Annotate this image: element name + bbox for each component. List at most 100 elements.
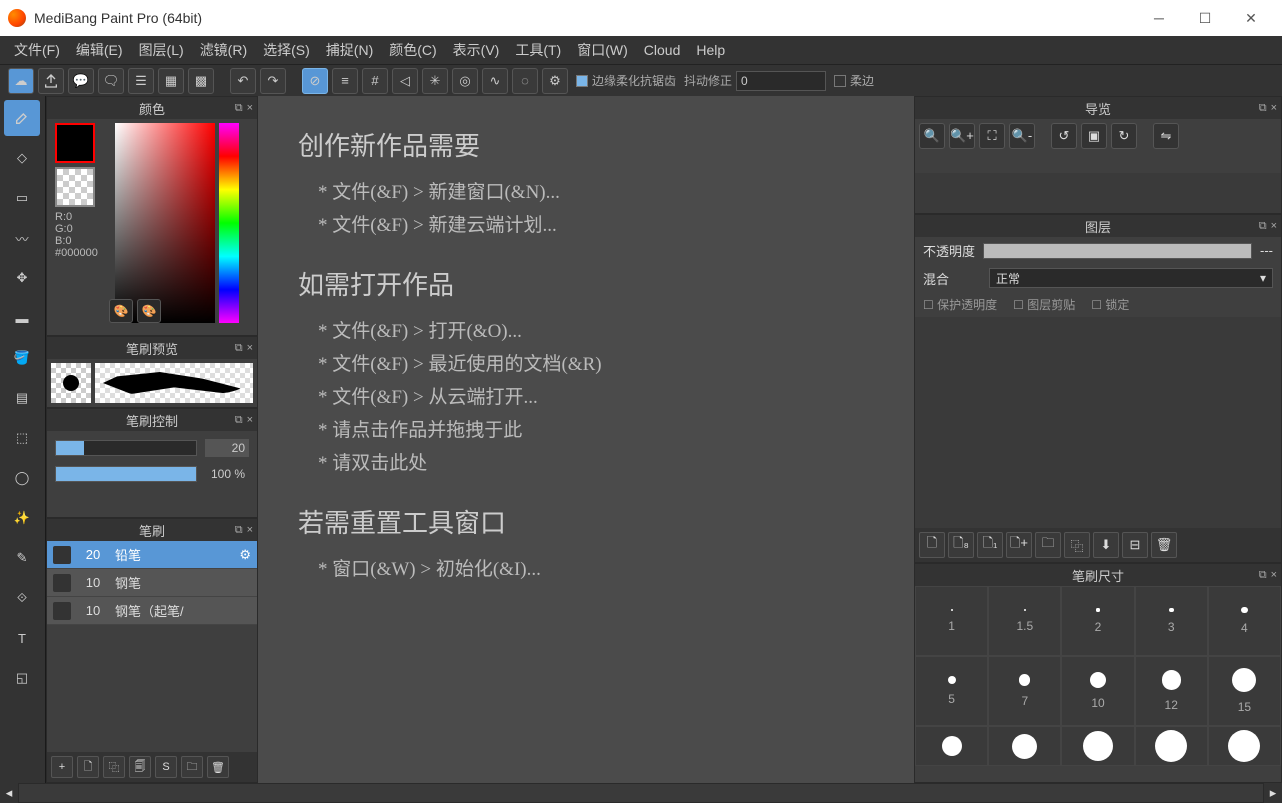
brush-folder-button[interactable]: 🗀 [181, 756, 203, 778]
text-tool[interactable]: T [4, 620, 40, 656]
brush-item[interactable]: 10钢笔 [47, 569, 257, 597]
gear-icon[interactable]: ⚙ [239, 547, 251, 563]
gradient-tool[interactable]: ▤ [4, 380, 40, 416]
zoom-out-button[interactable]: 🔍 [919, 123, 945, 149]
layer-folder-button[interactable]: 🗀 [1035, 532, 1061, 558]
brush-add-button[interactable]: + [51, 756, 73, 778]
brush-size-cell[interactable] [1135, 726, 1208, 766]
correction-input[interactable] [736, 71, 826, 91]
maximize-button[interactable]: ☐ [1182, 0, 1228, 36]
foreground-swatch[interactable] [55, 123, 95, 163]
scroll-right-button[interactable]: ▸ [1264, 783, 1282, 803]
panel-close-icon[interactable]: × [1271, 569, 1277, 582]
lasso-tool[interactable]: ◯ [4, 460, 40, 496]
panel-close-icon[interactable]: × [247, 102, 253, 115]
brush-size-cell[interactable] [988, 726, 1061, 766]
select-rect-tool[interactable]: ⬚ [4, 420, 40, 456]
layer-new1-button[interactable]: 🗋₁ [977, 532, 1003, 558]
menu-help[interactable]: Help [690, 40, 731, 60]
layer-list[interactable] [915, 317, 1281, 528]
brush-opacity-slider[interactable] [55, 466, 197, 482]
snap-ellipse-icon[interactable]: ◌ [512, 68, 538, 94]
brush-size-cell[interactable]: 3 [1135, 586, 1208, 656]
hue-slider[interactable] [219, 123, 239, 323]
brush-item[interactable]: 10钢笔（起笔/ [47, 597, 257, 625]
grid-icon[interactable]: ▩ [188, 68, 214, 94]
panel-popout-icon[interactable]: ⧉ [235, 414, 243, 427]
panel-popout-icon[interactable]: ⧉ [1259, 569, 1267, 582]
brush-size-cell[interactable]: 2 [1061, 586, 1134, 656]
panel-icon[interactable]: ▦ [158, 68, 184, 94]
lock-checkbox[interactable]: ☐ 锁定 [1091, 296, 1129, 313]
brush-size-cell[interactable]: 10 [1061, 656, 1134, 726]
protect-alpha-checkbox[interactable]: ☐ 保护透明度 [923, 296, 997, 313]
snap-radial-icon[interactable]: ✳ [422, 68, 448, 94]
bubble-icon[interactable]: 🗨 [98, 68, 124, 94]
comic-icon[interactable]: 💬 [68, 68, 94, 94]
panel-popout-icon[interactable]: ⧉ [1259, 220, 1267, 233]
rotate-right-button[interactable]: ↻ [1111, 123, 1137, 149]
menu-color[interactable]: 颜色(C) [383, 38, 442, 62]
menu-tool[interactable]: 工具(T) [509, 38, 567, 62]
brush-script-button[interactable]: S [155, 756, 177, 778]
palette-alt-icon[interactable]: 🎨 [137, 299, 161, 323]
eraser-tool[interactable]: ◇ [4, 140, 40, 176]
rotate-left-button[interactable]: ↺ [1051, 123, 1077, 149]
brush-size-cell[interactable] [1208, 726, 1281, 766]
close-button[interactable]: ✕ [1228, 0, 1274, 36]
bucket-tool[interactable]: 🪣 [4, 340, 40, 376]
zoom-in-button[interactable]: 🔍+ [949, 123, 975, 149]
menu-select[interactable]: 选择(S) [257, 38, 316, 62]
menu-snap[interactable]: 捕捉(N) [320, 38, 379, 62]
blend-select[interactable]: 正常▾ [989, 268, 1273, 288]
menu-layer[interactable]: 图层(L) [133, 38, 190, 62]
dot-tool[interactable]: 〰 [4, 220, 40, 256]
antialias-checkbox[interactable]: 边缘柔化抗锯齿 [576, 72, 676, 89]
brush-dup-button[interactable]: ⿻ [103, 756, 125, 778]
brush-size-cell[interactable]: 4 [1208, 586, 1281, 656]
panel-close-icon[interactable]: × [1271, 220, 1277, 233]
menu-window[interactable]: 窗口(W) [571, 38, 634, 62]
brush-size-cell[interactable]: 1.5 [988, 586, 1061, 656]
select-pen-tool[interactable]: ✎ [4, 540, 40, 576]
panel-popout-icon[interactable]: ⧉ [235, 102, 243, 115]
redo-button[interactable]: ↷ [260, 68, 286, 94]
brush-size-cell[interactable]: 7 [988, 656, 1061, 726]
panel-popout-icon[interactable]: ⧉ [235, 342, 243, 355]
snap-grid-icon[interactable]: # [362, 68, 388, 94]
horizontal-scrollbar[interactable] [18, 783, 1264, 803]
brush-new-button[interactable]: 🗋 [77, 756, 99, 778]
menu-edit[interactable]: 编辑(E) [70, 38, 129, 62]
panel-close-icon[interactable]: × [247, 524, 253, 537]
palette-icon[interactable]: 🎨 [109, 299, 133, 323]
brush-size-cell[interactable] [1061, 726, 1134, 766]
brush-size-cell[interactable]: 1 [915, 586, 988, 656]
brush-size-cell[interactable]: 12 [1135, 656, 1208, 726]
brush-delete-button[interactable]: 🗑 [207, 756, 229, 778]
snap-parallel-icon[interactable]: ≡ [332, 68, 358, 94]
background-swatch[interactable] [55, 167, 95, 207]
panel-close-icon[interactable]: × [1271, 102, 1277, 115]
flip-button[interactable]: ⇋ [1153, 123, 1179, 149]
minimize-button[interactable]: ─ [1136, 0, 1182, 36]
canvas-area[interactable]: 创作新作品需要 * 文件(&F) > 新建窗口(&N)... * 文件(&F) … [258, 96, 914, 783]
panel-popout-icon[interactable]: ⧉ [235, 524, 243, 537]
color-field[interactable] [115, 123, 215, 323]
menu-file[interactable]: 文件(F) [8, 38, 66, 62]
layer-clip-button[interactable]: ⊟ [1122, 532, 1148, 558]
wand-tool[interactable]: ✨ [4, 500, 40, 536]
brush-size-value[interactable]: 20 [205, 439, 249, 457]
layer-delete-button[interactable]: 🗑 [1151, 532, 1177, 558]
brush-size-cell[interactable]: 5 [915, 656, 988, 726]
layer-new8-button[interactable]: 🗋₈ [948, 532, 974, 558]
menu-cloud[interactable]: Cloud [638, 40, 687, 60]
panel-popout-icon[interactable]: ⧉ [1259, 102, 1267, 115]
operation-tool[interactable]: ◱ [4, 660, 40, 696]
share-icon[interactable] [38, 68, 64, 94]
snap-concentric-icon[interactable]: ◎ [452, 68, 478, 94]
brush-item[interactable]: 20铅笔⚙ [47, 541, 257, 569]
undo-button[interactable]: ↶ [230, 68, 256, 94]
layer-new-button[interactable]: 🗋 [919, 532, 945, 558]
brush-size-cell[interactable]: 15 [1208, 656, 1281, 726]
move-tool[interactable]: ✥ [4, 260, 40, 296]
